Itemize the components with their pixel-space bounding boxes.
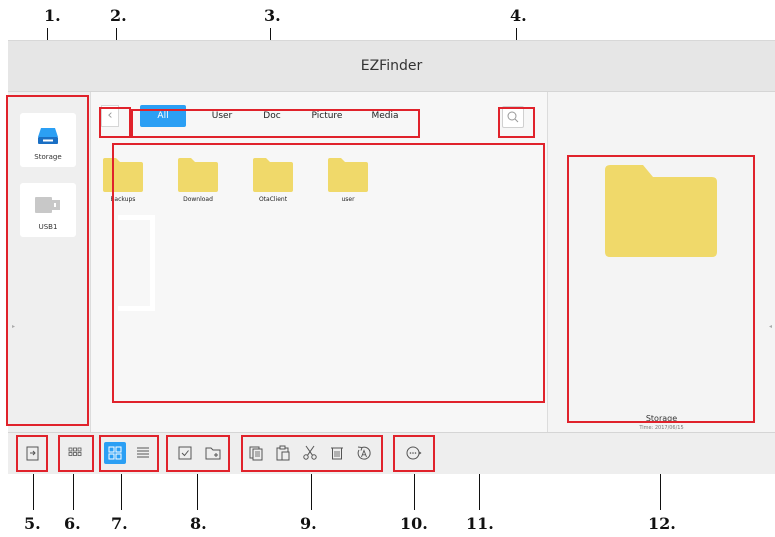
- callout-12: 12.: [648, 514, 676, 533]
- callout-box-3: [131, 109, 420, 138]
- callout-9: 9.: [300, 514, 317, 533]
- callout-box-5: [16, 435, 48, 472]
- leader-line-6: [73, 472, 74, 510]
- callout-box-10: [393, 435, 435, 472]
- callout-box-11: [112, 143, 545, 403]
- callout-box-6: [58, 435, 94, 472]
- collapse-handle-icon[interactable]: ◂: [769, 323, 772, 330]
- leader-line-5: [33, 472, 34, 510]
- callout-1: 1.: [44, 6, 61, 25]
- callout-4: 4.: [510, 6, 527, 25]
- leader-line-10: [414, 472, 415, 510]
- callout-7: 7.: [111, 514, 128, 533]
- callout-8: 8.: [190, 514, 207, 533]
- callout-box-8: [166, 435, 230, 472]
- callout-2: 2.: [110, 6, 127, 25]
- callout-11: 11.: [466, 514, 494, 533]
- preview-time: Time: 2017/06/15: [639, 425, 684, 431]
- callout-box-4: [498, 107, 535, 138]
- callout-box-12: [567, 155, 755, 423]
- title-bar: EZFinder: [8, 41, 775, 92]
- leader-line-9: [311, 472, 312, 510]
- callout-box-1: [6, 95, 89, 426]
- document-page: { "callouts": ["1.", "2.", "3.", "4.", "…: [0, 0, 775, 537]
- callout-box-2: [99, 107, 131, 138]
- callout-box-9: [241, 435, 383, 472]
- app-title: EZFinder: [360, 58, 423, 74]
- callout-6: 6.: [64, 514, 81, 533]
- callout-3: 3.: [264, 6, 281, 25]
- callout-10: 10.: [400, 514, 428, 533]
- leader-line-8: [197, 472, 198, 510]
- leader-line-7: [121, 472, 122, 510]
- callout-box-7: [99, 435, 159, 472]
- callout-5: 5.: [24, 514, 41, 533]
